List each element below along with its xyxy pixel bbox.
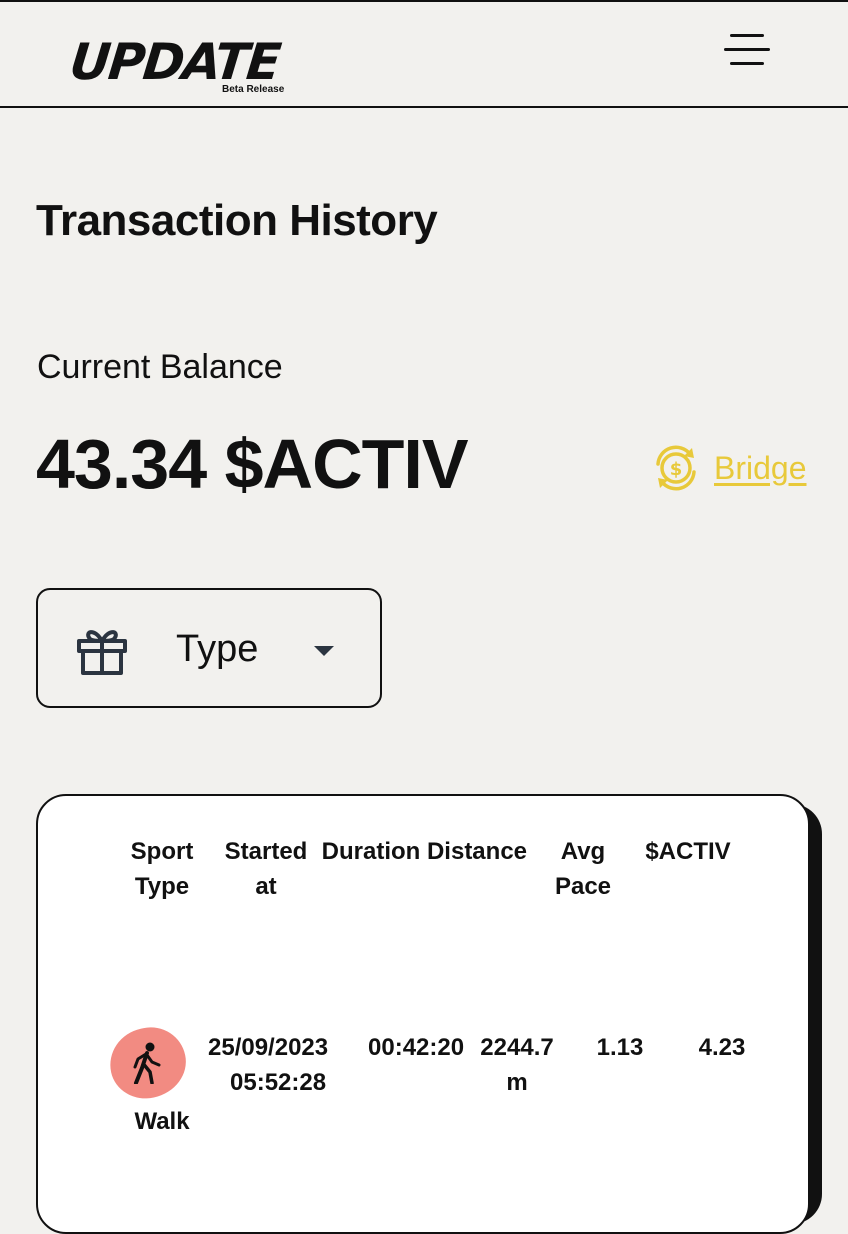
- current-balance-value: 43.34 $ACTIV: [36, 425, 469, 503]
- column-header-duration: Duration: [321, 838, 421, 865]
- column-header-activ: $ACTIV: [645, 838, 731, 865]
- logo-wordmark: UPDATE: [66, 33, 282, 91]
- type-filter-dropdown[interactable]: Type: [36, 588, 382, 708]
- current-balance-label: Current Balance: [37, 348, 283, 386]
- app-header: UPDATE Beta Release: [0, 0, 848, 108]
- sport-type-label: Walk: [134, 1108, 190, 1135]
- gift-icon: [77, 630, 127, 675]
- app-logo[interactable]: UPDATE Beta Release: [66, 32, 300, 102]
- caret-down-icon: [314, 646, 334, 656]
- transactions-table: Sport Type Started at Duration Distance …: [36, 794, 810, 1234]
- logo-subtitle: Beta Release: [222, 84, 285, 95]
- column-header-avg-pace: Avg Pace: [554, 838, 612, 900]
- column-header-distance: Distance: [426, 838, 528, 865]
- walk-icon: [133, 1042, 161, 1084]
- svg-text:$: $: [670, 459, 683, 480]
- activ-cell: 4.23: [698, 1034, 746, 1061]
- bridge-link[interactable]: $ Bridge: [650, 440, 807, 496]
- type-filter-label: Type: [176, 628, 259, 670]
- distance-cell: 2244.7 m: [480, 1034, 554, 1096]
- duration-cell: 00:42:20: [368, 1034, 465, 1061]
- column-header-sport-type: Sport Type: [130, 838, 194, 900]
- started-at-cell: 25/09/2023 05:52:28: [208, 1034, 329, 1096]
- dollar-exchange-icon: $: [656, 445, 696, 491]
- bridge-label: Bridge: [714, 449, 807, 486]
- column-header-started-at: Started at: [224, 838, 308, 900]
- avg-pace-cell: 1.13: [596, 1034, 644, 1061]
- page-title: Transaction History: [36, 196, 438, 245]
- hamburger-menu-icon[interactable]: [720, 30, 776, 76]
